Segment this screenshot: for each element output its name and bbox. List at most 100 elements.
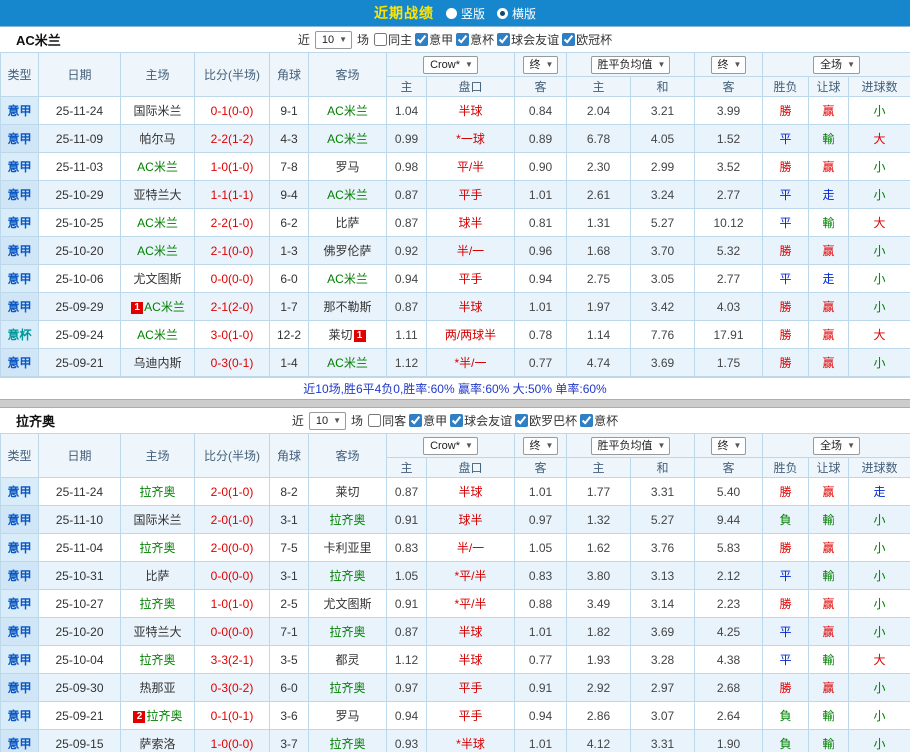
- score-cell[interactable]: 0-3(0-1): [194, 348, 270, 377]
- checkbox-input[interactable]: [515, 414, 529, 427]
- team-name[interactable]: 佛罗伦萨: [323, 244, 371, 258]
- filter-checkbox[interactable]: 欧罗巴杯: [515, 412, 577, 429]
- team-name[interactable]: 比萨: [335, 216, 359, 230]
- league-type-cell[interactable]: 意甲: [0, 589, 39, 618]
- checkbox-input[interactable]: [374, 33, 388, 46]
- team-name[interactable]: 尤文图斯: [323, 597, 371, 611]
- league-type-cell[interactable]: 意甲: [0, 617, 39, 646]
- checkbox-input[interactable]: [562, 33, 576, 46]
- team-name[interactable]: 莱切: [335, 485, 359, 499]
- team-name[interactable]: AC米兰: [137, 160, 178, 174]
- filter-checkbox[interactable]: 意甲: [409, 412, 447, 429]
- score-cell[interactable]: 2-1(2-0): [194, 292, 270, 321]
- team-name[interactable]: 国际米兰: [133, 104, 181, 118]
- score-cell[interactable]: 2-2(1-0): [194, 208, 270, 237]
- filter-checkbox[interactable]: 欧冠杯: [562, 31, 612, 48]
- scope-select[interactable]: 全场 ▼: [813, 55, 860, 74]
- team-name[interactable]: AC米兰: [137, 244, 178, 258]
- score-cell[interactable]: 0-0(0-0): [194, 264, 270, 293]
- layout-option-vertical[interactable]: 竖版: [445, 5, 485, 22]
- checkbox-input[interactable]: [368, 414, 382, 427]
- team-name[interactable]: 尤文图斯: [133, 272, 181, 286]
- score-cell[interactable]: 2-0(0-0): [194, 533, 270, 562]
- score-cell[interactable]: 0-0(0-0): [194, 561, 270, 590]
- team-name[interactable]: AC米兰: [327, 104, 368, 118]
- filter-checkbox[interactable]: 意杯: [580, 412, 618, 429]
- team-name[interactable]: AC米兰: [137, 216, 178, 230]
- league-type-cell[interactable]: 意甲: [0, 208, 39, 237]
- league-type-cell[interactable]: 意甲: [0, 701, 39, 730]
- radio-icon[interactable]: [497, 7, 508, 19]
- layout-option-horizontal[interactable]: 横版: [497, 5, 536, 22]
- europe-odds-select[interactable]: 胜平负均值 ▼: [590, 55, 671, 74]
- league-type-cell[interactable]: 意甲: [0, 533, 39, 562]
- score-cell[interactable]: 1-0(0-0): [194, 729, 270, 752]
- team-name[interactable]: AC米兰: [144, 300, 185, 314]
- odds-provider-select[interactable]: Crow* ▼: [423, 55, 478, 74]
- score-cell[interactable]: 1-1(1-1): [194, 180, 270, 209]
- team-name[interactable]: 拉齐奥: [146, 709, 182, 723]
- score-cell[interactable]: 3-0(1-0): [194, 320, 270, 349]
- filter-checkbox[interactable]: 同主: [374, 31, 412, 48]
- europe-final-select[interactable]: 终 ▼: [710, 55, 747, 74]
- league-type-cell[interactable]: 意甲: [0, 180, 39, 209]
- league-type-cell[interactable]: 意甲: [0, 348, 39, 377]
- team-name[interactable]: AC米兰: [327, 272, 368, 286]
- odds-final-select[interactable]: 终 ▼: [522, 55, 559, 74]
- league-type-cell[interactable]: 意甲: [0, 673, 39, 702]
- team-name[interactable]: 亚特兰大: [133, 625, 181, 639]
- checkbox-input[interactable]: [497, 33, 511, 46]
- team-name[interactable]: 拉齐奥: [329, 625, 365, 639]
- team-name[interactable]: 拉齐奥: [329, 737, 365, 751]
- league-type-cell[interactable]: 意甲: [0, 96, 39, 125]
- checkbox-input[interactable]: [409, 414, 423, 427]
- league-type-cell[interactable]: 意甲: [0, 477, 39, 506]
- team-name[interactable]: 都灵: [335, 653, 359, 667]
- europe-final-select[interactable]: 终 ▼: [710, 436, 747, 455]
- team-name[interactable]: 拉齐奥: [329, 513, 365, 527]
- score-cell[interactable]: 1-0(1-0): [194, 152, 270, 181]
- match-count-select[interactable]: 10 ▼: [308, 411, 347, 430]
- scope-select[interactable]: 全场 ▼: [813, 436, 860, 455]
- score-cell[interactable]: 2-1(0-0): [194, 236, 270, 265]
- league-type-cell[interactable]: 意甲: [0, 236, 39, 265]
- team-name[interactable]: 拉齐奥: [139, 541, 175, 555]
- team-name[interactable]: 拉齐奥: [139, 485, 175, 499]
- filter-checkbox[interactable]: 球会友谊: [450, 412, 512, 429]
- team-name[interactable]: 拉齐奥: [139, 653, 175, 667]
- score-cell[interactable]: 0-3(0-2): [194, 673, 270, 702]
- match-count-select[interactable]: 10 ▼: [314, 30, 353, 49]
- checkbox-input[interactable]: [415, 33, 429, 46]
- team-name[interactable]: 乌迪内斯: [133, 356, 181, 370]
- league-type-cell[interactable]: 意甲: [0, 729, 39, 752]
- team-name[interactable]: 卡利亚里: [323, 541, 371, 555]
- score-cell[interactable]: 1-0(1-0): [194, 589, 270, 618]
- checkbox-input[interactable]: [450, 414, 464, 427]
- league-type-cell[interactable]: 意杯: [0, 320, 39, 349]
- europe-odds-select[interactable]: 胜平负均值 ▼: [590, 436, 671, 455]
- team-name[interactable]: 热那亚: [139, 681, 175, 695]
- team-name[interactable]: 拉齐奥: [139, 597, 175, 611]
- filter-checkbox[interactable]: 同客: [368, 412, 406, 429]
- odds-final-select[interactable]: 终 ▼: [522, 436, 559, 455]
- league-type-cell[interactable]: 意甲: [0, 264, 39, 293]
- league-type-cell[interactable]: 意甲: [0, 561, 39, 590]
- team-name[interactable]: AC米兰: [327, 188, 368, 202]
- league-type-cell[interactable]: 意甲: [0, 645, 39, 674]
- filter-checkbox[interactable]: 球会友谊: [497, 31, 559, 48]
- score-cell[interactable]: 2-0(1-0): [194, 477, 270, 506]
- score-cell[interactable]: 2-0(1-0): [194, 505, 270, 534]
- league-type-cell[interactable]: 意甲: [0, 505, 39, 534]
- score-cell[interactable]: 0-0(0-0): [194, 617, 270, 646]
- filter-checkbox[interactable]: 意杯: [456, 31, 494, 48]
- team-name[interactable]: AC米兰: [327, 356, 368, 370]
- filter-checkbox[interactable]: 意甲: [415, 31, 453, 48]
- radio-icon[interactable]: [445, 7, 457, 19]
- checkbox-input[interactable]: [456, 33, 470, 46]
- team-name[interactable]: 萨索洛: [139, 737, 175, 751]
- team-name[interactable]: 国际米兰: [133, 513, 181, 527]
- team-name[interactable]: 拉齐奥: [329, 569, 365, 583]
- team-name[interactable]: 罗马: [335, 709, 359, 723]
- odds-provider-select[interactable]: Crow* ▼: [423, 436, 478, 455]
- team-name[interactable]: 那不勒斯: [323, 300, 371, 314]
